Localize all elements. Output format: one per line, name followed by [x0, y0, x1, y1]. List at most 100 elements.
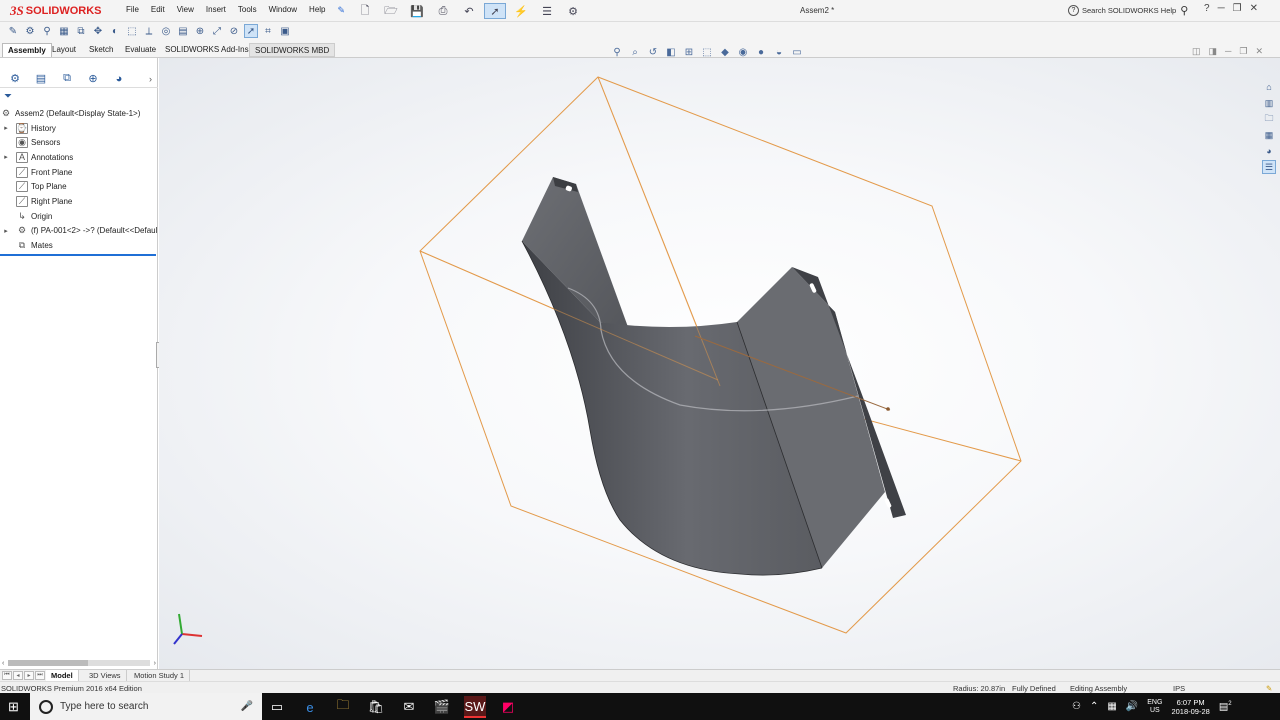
pin-icon[interactable]: ✎ [338, 5, 346, 16]
configuration-manager-icon[interactable]: ⧉ [59, 72, 75, 86]
viewport-close-icon[interactable]: ✕ [1256, 46, 1264, 57]
zoom-to-area-icon[interactable]: ⌕ [628, 45, 642, 59]
print-icon[interactable]: ⎙ [432, 3, 454, 19]
search-icon[interactable]: ⚲ [1180, 4, 1188, 17]
viewport-restore-icon[interactable]: ❐ [1239, 46, 1247, 57]
apply-scene-icon[interactable]: ◒ [772, 45, 786, 59]
scroll-left-icon[interactable]: ‹ [0, 660, 4, 667]
tree-item-sensors[interactable]: ◉ Sensors [0, 135, 158, 150]
exploded-view-icon[interactable]: ⊕ [193, 24, 207, 38]
tree-item-origin[interactable]: ↳ Origin [0, 209, 158, 224]
tab-sketch[interactable]: Sketch [84, 43, 118, 57]
tree-item-part-pa-001[interactable]: ▸ ⚙ (f) PA-001<2> ->? (Default<<Defaul [0, 224, 158, 239]
clearance-verification-icon[interactable]: ➚ [244, 24, 258, 38]
reference-geometry-icon[interactable]: ⟂ [142, 24, 156, 38]
menu-file[interactable]: File [120, 5, 145, 16]
tab-evaluate[interactable]: Evaluate [120, 43, 161, 57]
tree-item-right-plane[interactable]: ⟋ Right Plane [0, 194, 158, 209]
help-search[interactable]: ? Search SOLIDWORKS Help ⚲ [1068, 3, 1198, 18]
network-icon[interactable]: ▦ [1107, 701, 1116, 712]
dimxpert-manager-icon[interactable]: ⊕ [85, 72, 101, 86]
dynamic-annotation-icon[interactable]: ⊞ [682, 45, 696, 59]
menu-window[interactable]: Window [263, 5, 303, 16]
new-motion-study-icon[interactable]: ◎ [159, 24, 173, 38]
system-clock[interactable]: 6:07 PM 2018-09-28 [1171, 698, 1209, 716]
mail-icon[interactable]: ✉ [398, 696, 420, 718]
volume-icon[interactable]: 🔊 [1126, 701, 1138, 712]
menu-view[interactable]: View [171, 5, 200, 16]
new-document-icon[interactable]: 🗋 [354, 3, 376, 19]
solidworks-resources-icon[interactable]: ⌂ [1262, 80, 1276, 94]
tree-item-mates[interactable]: ⧉ Mates [0, 238, 158, 253]
hide-show-icon[interactable]: ◐ [108, 24, 122, 38]
tree-root-assembly[interactable]: ⚙ Assem2 (Default<Display State-1>) [0, 106, 158, 121]
tab-solidworks-add-ins[interactable]: SOLIDWORKS Add-Ins [160, 43, 254, 57]
undo-icon[interactable]: ↶ [458, 3, 480, 19]
last-tab-icon[interactable]: ⏭ [35, 671, 45, 680]
snapshot-icon[interactable]: ▣ [278, 24, 292, 38]
edit-component-icon[interactable]: ✎ [6, 24, 20, 38]
view-settings-icon[interactable]: ▭ [790, 45, 804, 59]
display-manager-icon[interactable]: ◕ [111, 72, 127, 86]
bill-of-materials-icon[interactable]: ▤ [176, 24, 190, 38]
view-orientation-icon[interactable]: ⬚ [700, 45, 714, 59]
open-folder-icon[interactable]: 🗁 [380, 3, 402, 19]
viewport-minimize-icon[interactable]: ─ [1225, 46, 1231, 57]
people-icon[interactable]: ⚇ [1072, 701, 1081, 712]
tab-model[interactable]: Model [46, 670, 79, 681]
tab-assembly[interactable]: Assembly [2, 43, 52, 57]
paint-app-icon[interactable]: ◩ [497, 696, 519, 718]
appearances-icon[interactable]: ◕ [1262, 144, 1276, 158]
scroll-track[interactable] [8, 660, 150, 666]
expand-arrow-icon[interactable]: ▸ [2, 124, 10, 132]
edge-browser-icon[interactable]: e [299, 696, 321, 718]
tree-item-front-plane[interactable]: ⟋ Front Plane [0, 165, 158, 180]
explode-line-sketch-icon[interactable]: ⤢ [210, 24, 224, 38]
rebuild-icon[interactable]: ⚡ [510, 3, 532, 19]
custom-properties-icon[interactable]: ☰ [1262, 160, 1276, 174]
menu-edit[interactable]: Edit [145, 5, 171, 16]
film-clapper-icon[interactable]: 🎬 [431, 696, 453, 718]
solidworks-taskbar-icon[interactable]: SW [464, 696, 486, 718]
tab-motion-study-1[interactable]: Motion Study 1 [129, 670, 191, 681]
store-icon[interactable]: 🛍 [365, 696, 387, 718]
file-explorer-icon[interactable]: 🗀 [1262, 112, 1276, 126]
panel-tabs-more-icon[interactable]: › [149, 74, 152, 84]
split-icon[interactable]: ◨ [1209, 46, 1218, 57]
hide-show-items-icon[interactable]: ◉ [736, 45, 750, 59]
tree-item-annotations[interactable]: ▸ A Annotations [0, 150, 158, 165]
interference-detection-icon[interactable]: ⊘ [227, 24, 241, 38]
input-language[interactable]: ENG US [1147, 699, 1162, 715]
expand-arrow-icon[interactable]: ▸ [2, 153, 10, 161]
taskbar-search[interactable]: Type here to search 🎤 [30, 693, 262, 720]
tray-overflow-icon[interactable]: ⌃ [1090, 701, 1098, 712]
zoom-to-fit-icon[interactable]: ⚲ [610, 45, 624, 59]
tab-3d-views[interactable]: 3D Views [84, 670, 127, 681]
options-gear-icon[interactable]: ⚙ [562, 3, 584, 19]
file-properties-icon[interactable]: ☰ [536, 3, 558, 19]
property-manager-icon[interactable]: ▤ [33, 72, 49, 86]
design-library-icon[interactable]: ▥ [1262, 96, 1276, 110]
smart-fasteners-icon[interactable]: ⚲ [40, 24, 54, 38]
insert-components-icon[interactable]: ⚙ [23, 24, 37, 38]
expand-arrow-icon[interactable]: ▸ [2, 227, 10, 235]
tree-item-top-plane[interactable]: ⟋ Top Plane [0, 179, 158, 194]
tab-layout[interactable]: Layout [47, 43, 81, 57]
notification-center-icon[interactable]: ▤2 [1219, 701, 1232, 712]
tab-solidworks-mbd[interactable]: SOLIDWORKS MBD [249, 43, 336, 57]
solidworks-logo[interactable]: 3S SOLIDWORKS [10, 2, 102, 20]
panel-horizontal-scrollbar[interactable]: ‹ › [0, 658, 158, 668]
menu-help[interactable]: Help [303, 5, 331, 16]
featuremanager-tree-icon[interactable]: ⚙ [7, 72, 23, 86]
first-tab-icon[interactable]: ⏮ [2, 671, 12, 680]
display-style-icon[interactable]: ◆ [718, 45, 732, 59]
tree-item-history[interactable]: ▸ ⌚ History [0, 121, 158, 136]
move-component-icon[interactable]: ✥ [91, 24, 105, 38]
scroll-right-icon[interactable]: › [154, 660, 158, 667]
assembly-features-icon[interactable]: ⬚ [125, 24, 139, 38]
windows-start-icon[interactable]: ⊞ [8, 699, 19, 715]
help-menu-icon[interactable]: ? [1204, 3, 1210, 14]
filter-icon[interactable]: ⏷ [4, 91, 12, 102]
status-units[interactable]: IPS [1173, 684, 1185, 693]
linear-pattern-icon[interactable]: ▦ [57, 24, 71, 38]
